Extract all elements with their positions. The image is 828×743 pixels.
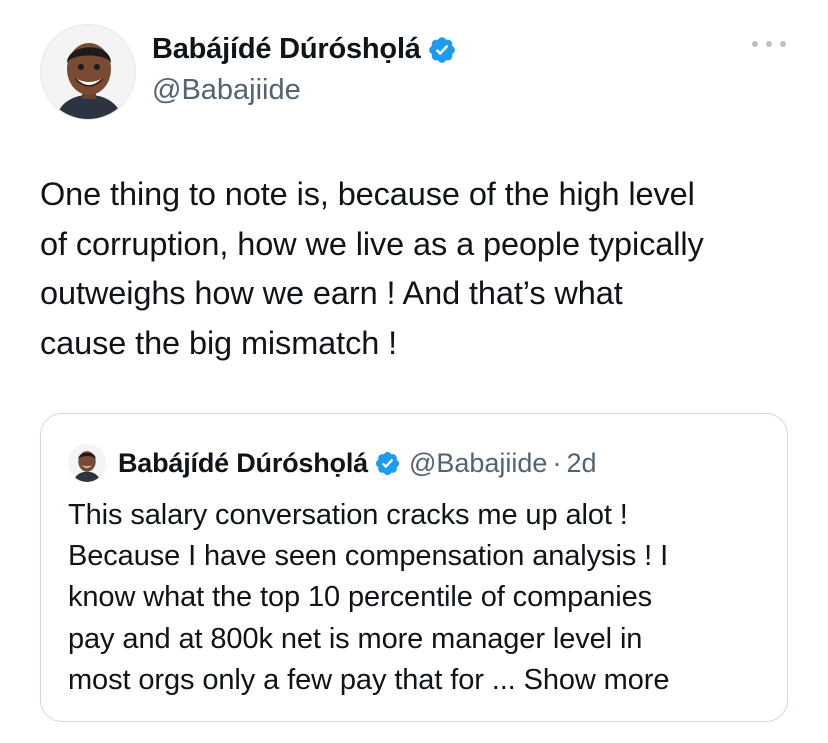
more-dot — [766, 41, 772, 47]
author-name-row[interactable]: Babájídé Dúróshọlá — [152, 33, 457, 66]
more-horizontal-icon[interactable] — [752, 38, 786, 50]
avatar-illustration — [41, 25, 135, 119]
separator-dot: · — [552, 447, 562, 478]
author-handle[interactable]: @Babajiide — [152, 74, 301, 107]
quoted-tweet-time: 2d — [566, 447, 597, 478]
quoted-author-handle: @Babajiide — [408, 447, 548, 478]
verified-badge-icon — [374, 450, 401, 477]
verified-badge-icon[interactable] — [427, 35, 457, 65]
quoted-tweet-header: Babájídé Dúróshọlá @Babajiide · 2d — [68, 444, 597, 482]
author-avatar[interactable] — [40, 24, 136, 120]
quoted-tweet-text: This salary conversation cracks me up al… — [68, 495, 758, 701]
more-dot — [752, 41, 758, 47]
quoted-author-avatar[interactable] — [68, 444, 106, 482]
quoted-tweet-card[interactable]: Babájídé Dúróshọlá @Babajiide · 2d This … — [40, 413, 788, 722]
avatar-illustration — [68, 444, 106, 482]
show-more-link[interactable]: Show more — [524, 664, 670, 696]
tweet-text: One thing to note is, because of the hig… — [40, 176, 704, 361]
more-dot — [780, 41, 786, 47]
author-name[interactable]: Babájídé Dúróshọlá — [152, 33, 421, 66]
quoted-author-name: Babájídé Dúróshọlá — [118, 447, 368, 478]
